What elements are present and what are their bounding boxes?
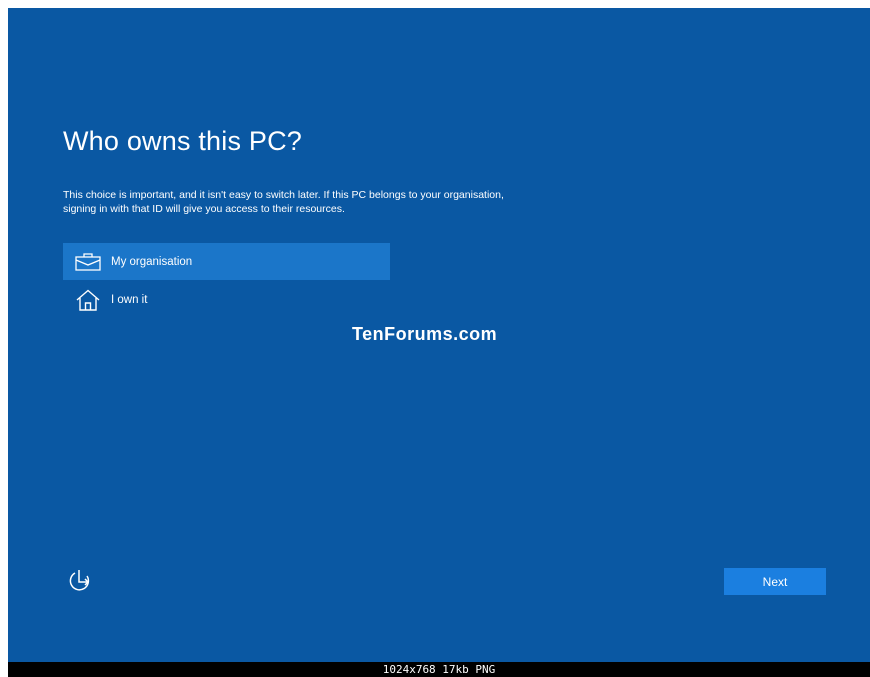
- house-icon: [73, 288, 103, 312]
- image-caption: 1024x768 17kb PNG: [8, 662, 870, 677]
- image-frame: Who owns this PC? This choice is importa…: [0, 0, 870, 677]
- option-my-organisation[interactable]: My organisation: [63, 243, 390, 280]
- watermark: TenForums.com: [352, 324, 498, 344]
- option-i-own-it[interactable]: I own it: [63, 281, 390, 318]
- ease-of-access-icon[interactable]: [66, 566, 96, 594]
- description-line-1: This choice is important, and it isn't e…: [63, 189, 504, 201]
- briefcase-icon: [73, 250, 103, 274]
- description-line-2: signing in with that ID will give you ac…: [63, 203, 345, 215]
- next-button[interactable]: Next: [724, 568, 826, 595]
- option-label: I own it: [111, 293, 148, 306]
- page-description: This choice is important, and it isn't e…: [63, 188, 663, 216]
- page-title: Who owns this PC?: [63, 126, 302, 156]
- oobe-screen: Who owns this PC? This choice is importa…: [8, 8, 870, 662]
- option-label: My organisation: [111, 255, 193, 268]
